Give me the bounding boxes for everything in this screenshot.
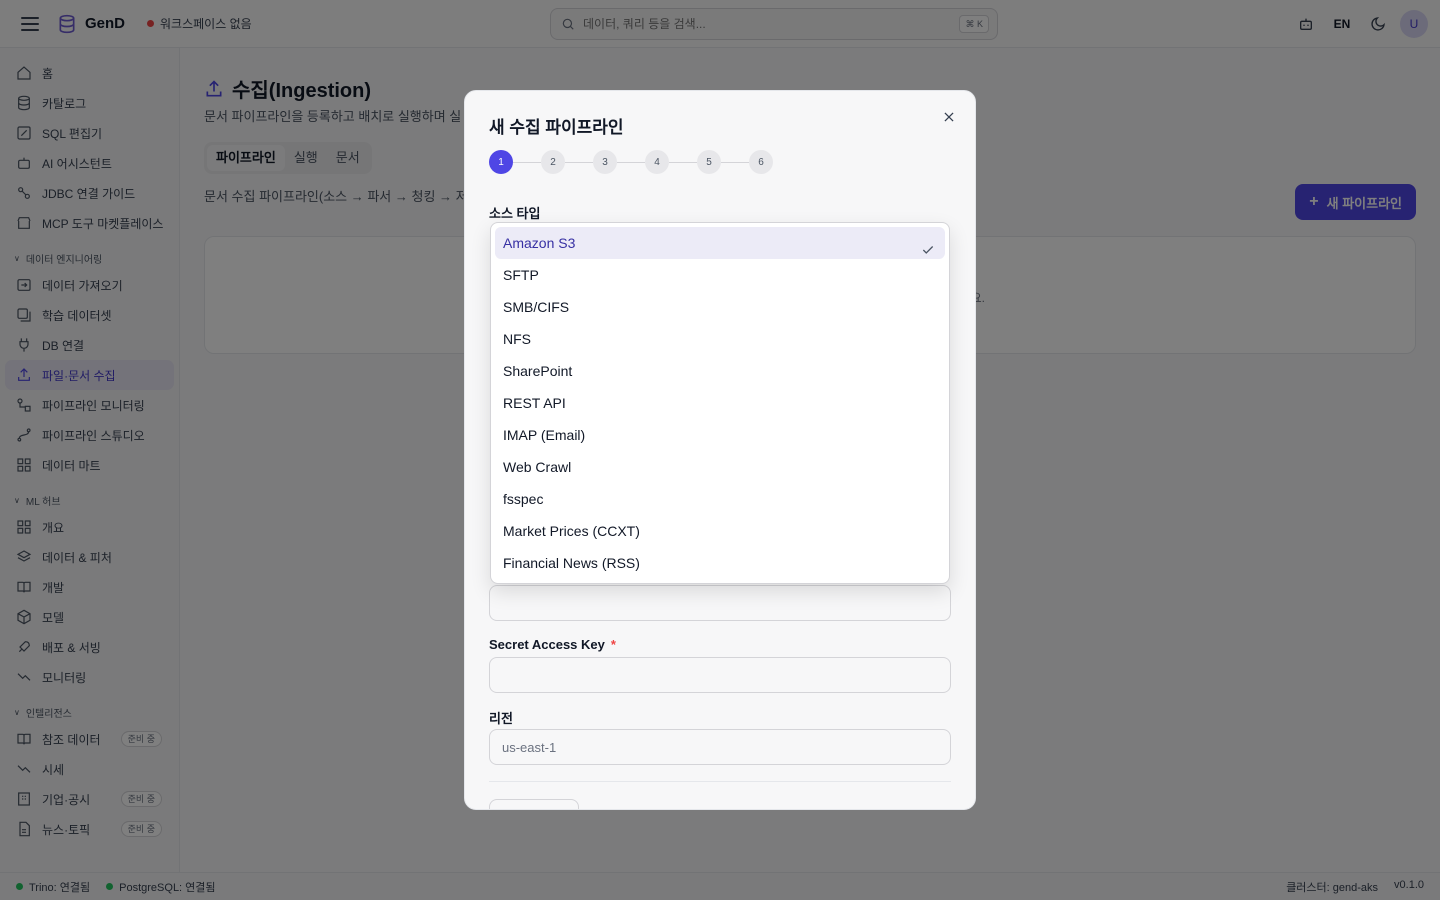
footer-button[interactable] bbox=[489, 799, 579, 809]
option-label: SharePoint bbox=[503, 363, 573, 379]
dialog-title: 새 수집 파이프라인 bbox=[489, 118, 624, 137]
access-key-input[interactable] bbox=[489, 585, 951, 621]
step-6[interactable]: 6 bbox=[749, 150, 773, 174]
step-connector bbox=[669, 161, 697, 163]
source-type-label: 소스 타입 bbox=[489, 206, 541, 221]
step-3[interactable]: 3 bbox=[593, 150, 617, 174]
dropdown-option[interactable]: Amazon S3 bbox=[495, 227, 945, 259]
option-label: fsspec bbox=[503, 491, 544, 507]
step-connector bbox=[565, 161, 593, 163]
step-5[interactable]: 5 bbox=[697, 150, 721, 174]
dropdown-option[interactable]: SharePoint bbox=[495, 355, 945, 387]
option-label: Web Crawl bbox=[503, 459, 572, 475]
region-input[interactable] bbox=[489, 729, 951, 765]
dropdown-option[interactable]: SFTP bbox=[495, 259, 945, 291]
dropdown-option[interactable]: fsspec bbox=[495, 483, 945, 515]
dropdown-option[interactable]: SMB/CIFS bbox=[495, 291, 945, 323]
option-label: SMB/CIFS bbox=[503, 299, 570, 315]
required-mark: * bbox=[610, 637, 616, 652]
step-connector bbox=[513, 161, 541, 163]
step-2[interactable]: 2 bbox=[541, 150, 565, 174]
step-4[interactable]: 4 bbox=[645, 150, 669, 174]
source-type-dropdown: Amazon S3 SFTP SMB/CIFS NFS SharePoint REST A… bbox=[490, 222, 950, 584]
option-label: Market Prices (CCXT) bbox=[503, 523, 640, 539]
option-label: REST API bbox=[503, 395, 566, 411]
secret-key-label: Secret Access Key * bbox=[489, 637, 616, 652]
close-icon bbox=[944, 112, 954, 122]
close-button[interactable] bbox=[939, 107, 959, 127]
step-connector bbox=[617, 161, 645, 163]
option-label: Amazon S3 bbox=[503, 235, 576, 251]
option-label: IMAP (Email) bbox=[503, 427, 586, 443]
step-connector bbox=[721, 161, 749, 163]
dropdown-option[interactable]: Financial News (RSS) bbox=[495, 547, 945, 579]
region-label: 리전 bbox=[489, 711, 513, 726]
stepper: 1 2 3 4 5 6 bbox=[489, 150, 773, 174]
option-label: NFS bbox=[503, 331, 531, 347]
option-label: Financial News (RSS) bbox=[503, 555, 640, 571]
dropdown-option[interactable]: NFS bbox=[495, 323, 945, 355]
dropdown-option[interactable]: Market Prices (CCXT) bbox=[495, 515, 945, 547]
step-1[interactable]: 1 bbox=[489, 150, 513, 174]
dropdown-option[interactable]: IMAP (Email) bbox=[495, 419, 945, 451]
secret-key-input[interactable] bbox=[489, 657, 951, 693]
divider bbox=[489, 781, 951, 782]
dropdown-option[interactable]: Web Crawl bbox=[495, 451, 945, 483]
option-label: SFTP bbox=[503, 267, 539, 283]
dropdown-option[interactable]: REST API bbox=[495, 387, 945, 419]
